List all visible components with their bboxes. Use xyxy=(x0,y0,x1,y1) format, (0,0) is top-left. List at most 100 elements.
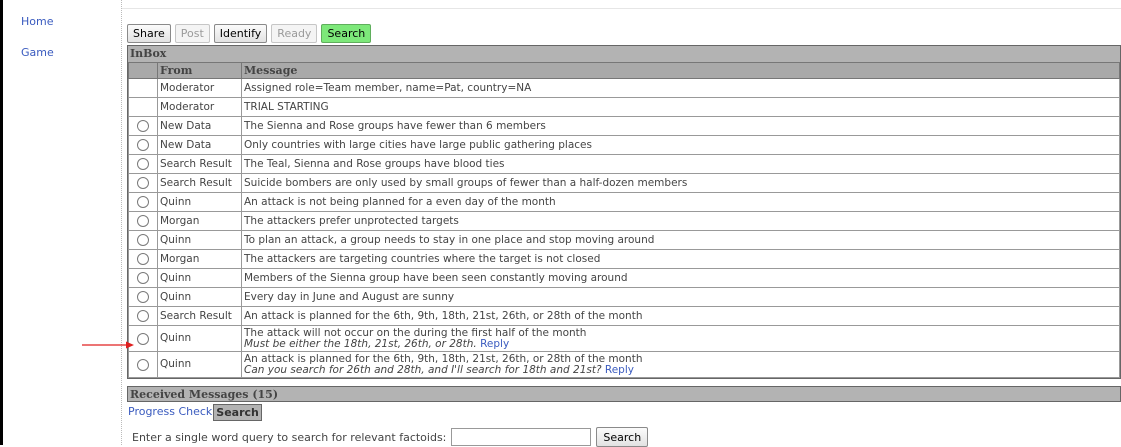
top-divider xyxy=(122,8,1121,9)
row-message: The attackers prefer unprotected targets xyxy=(244,215,459,227)
row-message: Members of the Sienna group have been se… xyxy=(244,272,628,284)
row-message-cell: The Teal, Sienna and Rose groups have bl… xyxy=(241,154,1120,174)
inbox-row: Quinn Every day in June and August are su… xyxy=(128,287,1120,307)
identify-button[interactable]: Identify xyxy=(213,24,268,43)
row-message-cell: The Sienna and Rose groups have fewer th… xyxy=(241,116,1120,136)
row-select-cell xyxy=(128,135,158,155)
tab-search[interactable]: Search xyxy=(213,404,262,421)
row-message-cell: Every day in June and August are sunny xyxy=(241,287,1120,307)
inbox-row: Quinn To plan an attack, a group needs to… xyxy=(128,230,1120,250)
row-message-cell: Members of the Sienna group have been se… xyxy=(241,268,1120,288)
row-select-cell xyxy=(128,192,158,212)
row-from: Quinn xyxy=(157,268,242,288)
tab-progress-check[interactable]: Progress Check xyxy=(127,404,213,421)
row-from: New Data xyxy=(157,116,242,136)
inbox-row: New Data The Sienna and Rose groups have … xyxy=(128,116,1120,136)
row-message-cell: An attack is planned for the 6th, 9th, 1… xyxy=(241,351,1120,378)
row-message-cell: The attack will not occur on the during … xyxy=(241,325,1120,352)
side-nav: Home Game xyxy=(21,15,54,77)
row-select-cell xyxy=(128,116,158,136)
inbox-title: InBox xyxy=(128,46,1120,62)
row-message: The Teal, Sienna and Rose groups have bl… xyxy=(244,158,505,170)
row-message-cell: The attackers are targeting countries wh… xyxy=(241,249,1120,269)
share-button[interactable]: Share xyxy=(127,24,171,43)
row-radio-button[interactable] xyxy=(137,310,149,322)
row-select-cell xyxy=(128,173,158,193)
red-arrow-annotation xyxy=(82,341,134,349)
row-message-cell: The attackers prefer unprotected targets xyxy=(241,211,1120,231)
search-toggle-button[interactable]: Search xyxy=(321,24,372,43)
inbox-row: Quinn Members of the Sienna group have be… xyxy=(128,268,1120,288)
row-message-cell: An attack is not being planned for a eve… xyxy=(241,192,1120,212)
action-toolbar: Share Post Identify Ready Search xyxy=(127,24,372,43)
row-from: Quinn xyxy=(157,287,242,307)
search-input[interactable] xyxy=(451,428,592,446)
row-from: Quinn xyxy=(157,230,242,250)
reply-link[interactable]: Reply xyxy=(605,364,634,376)
row-message-cell: Assigned role=Team member, name=Pat, cou… xyxy=(241,78,1120,98)
row-radio-button[interactable] xyxy=(137,177,149,189)
row-note: Must be either the 18th, 21st, 26th, or … xyxy=(244,337,1117,350)
window-left-border xyxy=(0,0,3,445)
received-messages-panel: Received Messages (15) xyxy=(127,386,1121,402)
ready-button[interactable]: Ready xyxy=(271,24,318,43)
row-message: Assigned role=Team member, name=Pat, cou… xyxy=(244,82,532,94)
row-select-cell xyxy=(128,306,158,326)
row-select-cell xyxy=(128,97,158,117)
inbox-row: Morgan The attackers are targeting countr… xyxy=(128,249,1120,269)
reply-link[interactable]: Reply xyxy=(480,338,509,350)
nav-game-link[interactable]: Game xyxy=(21,46,54,77)
row-radio-button[interactable] xyxy=(137,139,149,151)
row-select-cell xyxy=(128,268,158,288)
row-radio-button[interactable] xyxy=(137,215,149,227)
row-from: Quinn xyxy=(157,192,242,212)
row-radio-button[interactable] xyxy=(137,332,149,345)
row-from: New Data xyxy=(157,135,242,155)
inbox-row: Morgan The attackers prefer unprotected t… xyxy=(128,211,1120,231)
row-select-cell xyxy=(128,351,158,378)
row-radio-button[interactable] xyxy=(137,234,149,246)
row-message-cell: To plan an attack, a group needs to stay… xyxy=(241,230,1120,250)
inbox-row: Moderator Assigned role=Team member, name… xyxy=(128,78,1120,98)
row-message-cell: TRIAL STARTING xyxy=(241,97,1120,117)
row-select-cell xyxy=(128,154,158,174)
row-from: Moderator xyxy=(157,97,242,117)
row-message: The Sienna and Rose groups have fewer th… xyxy=(244,120,546,132)
row-message: TRIAL STARTING xyxy=(244,101,329,113)
nav-home-link[interactable]: Home xyxy=(21,15,54,46)
inbox-row: Search Result The Teal, Sienna and Rose g… xyxy=(128,154,1120,174)
row-select-cell xyxy=(128,249,158,269)
row-message: Every day in June and August are sunny xyxy=(244,291,455,303)
column-divider xyxy=(121,0,122,445)
search-label: Enter a single word query to search for … xyxy=(132,430,447,444)
row-note-text: Must be either the 18th, 21st, 26th, or … xyxy=(244,337,477,350)
received-messages-title[interactable]: Received Messages (15) xyxy=(127,386,1121,402)
inbox-row: Search Result Suicide bombers are only us… xyxy=(128,173,1120,193)
row-radio-button[interactable] xyxy=(137,158,149,170)
row-select-cell xyxy=(128,211,158,231)
row-radio-button[interactable] xyxy=(137,291,149,303)
row-from: Moderator xyxy=(157,78,242,98)
row-radio-button[interactable] xyxy=(137,120,149,132)
row-select-cell xyxy=(128,230,158,250)
row-radio-button[interactable] xyxy=(137,272,149,284)
row-select-cell xyxy=(128,78,158,98)
inbox-row: Quinn The attack will not occur on the du… xyxy=(128,325,1120,352)
post-button[interactable]: Post xyxy=(174,24,210,43)
select-column-header xyxy=(128,62,158,79)
message-column-header: Message xyxy=(241,62,1120,79)
row-from: Quinn xyxy=(157,351,242,378)
row-message: Only countries with large cities have la… xyxy=(244,139,592,151)
row-radio-button[interactable] xyxy=(137,196,149,208)
row-message: Suicide bombers are only used by small g… xyxy=(244,177,688,189)
inbox-table: From Message Moderator Assigned role=Team… xyxy=(128,62,1120,378)
row-message-cell: Suicide bombers are only used by small g… xyxy=(241,173,1120,193)
row-note-text: Can you search for 26th and 28th, and I'… xyxy=(244,363,602,376)
row-message-cell: Only countries with large cities have la… xyxy=(241,135,1120,155)
search-submit-button[interactable]: Search xyxy=(596,427,649,447)
inbox-panel: InBox From Message Moderator Assigned rol… xyxy=(127,45,1121,379)
row-message: To plan an attack, a group needs to stay… xyxy=(244,234,655,246)
row-radio-button[interactable] xyxy=(137,253,149,265)
row-from: Morgan xyxy=(157,249,242,269)
row-radio-button[interactable] xyxy=(137,358,149,371)
